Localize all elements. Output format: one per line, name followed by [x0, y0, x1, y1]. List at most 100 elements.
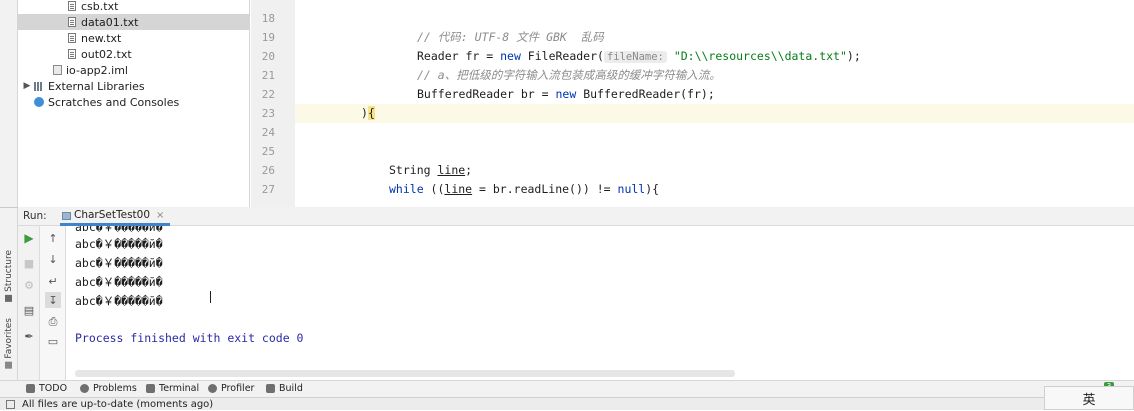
line-number: 20	[261, 50, 275, 63]
code-line-27: while ((line = br.readLine()) != null){	[295, 180, 1134, 199]
code-line-26: String line;	[295, 161, 1134, 180]
keyword: new	[555, 87, 577, 101]
favorites-tab[interactable]: Favorites	[2, 318, 16, 369]
todo-tool-button[interactable]: TODO	[26, 383, 67, 394]
run-config-icon	[62, 212, 71, 220]
stop-icon[interactable]: ■	[21, 255, 37, 271]
parameter-hint: fileName:	[603, 51, 667, 63]
profiler-icon	[208, 384, 217, 393]
tree-item-scratches[interactable]: Scratches and Consoles	[18, 94, 250, 110]
ime-label: 英	[1082, 392, 1096, 408]
tool-label: Problems	[93, 383, 137, 394]
scroll-to-end-icon[interactable]: ↧	[45, 292, 61, 308]
console-output[interactable]: abc�￥�����й� abc�￥�����й� abc�￥�����й� a…	[66, 226, 1134, 371]
string-literal: "D:\\resources\\data.txt"	[673, 49, 847, 63]
tree-item-label: new.txt	[81, 31, 122, 45]
tool-label: Profiler	[221, 383, 255, 394]
run-tab-charsettest00[interactable]: CharSetTest00 ×	[60, 207, 171, 226]
code-line-22: BufferedReader br = new BufferedReader(f…	[295, 85, 1134, 104]
restore-layout-icon[interactable]: ⚙	[21, 277, 37, 293]
soft-wrap-icon[interactable]: ↵	[45, 273, 61, 289]
tool-label: TODO	[39, 383, 68, 394]
structure-tab[interactable]: Structure	[2, 250, 16, 302]
layout-icon[interactable]: ▤	[21, 302, 37, 318]
rerun-icon[interactable]: ▶	[21, 230, 37, 246]
tree-item-data01-txt[interactable]: data01.txt	[18, 14, 250, 30]
tree-item-csb-txt[interactable]: csb.txt	[18, 0, 250, 14]
pin-icon[interactable]: ✒	[21, 328, 37, 344]
exit-message: Process finished with exit code 0	[75, 331, 304, 345]
line-number: 22	[261, 88, 275, 101]
code-comment: // 代码: UTF-8 文件 GBK 乱码	[417, 30, 604, 44]
text-cursor-icon	[210, 291, 216, 303]
code-token: ;	[465, 163, 473, 177]
code-token: FileReader(	[520, 49, 604, 63]
tree-item-label: External Libraries	[48, 79, 145, 93]
line-number: 27	[261, 183, 275, 196]
todo-icon	[26, 384, 35, 393]
status-icon[interactable]	[6, 400, 15, 409]
code-line-23: ){	[295, 104, 1134, 123]
tool-label: Build	[279, 383, 303, 394]
hammer-icon	[266, 384, 275, 393]
tree-item-out02-txt[interactable]: out02.txt	[18, 46, 250, 62]
line-number: 26	[261, 164, 275, 177]
matched-brace: {	[367, 106, 375, 120]
code-token: Reader fr =	[417, 49, 501, 63]
tree-item-new-txt[interactable]: new.txt	[18, 30, 250, 46]
editor-gutter: 18 19 20 21 22 23 24 25 26 27	[251, 0, 305, 207]
trash-icon[interactable]: ▭	[45, 333, 61, 349]
arrow-down-icon[interactable]: ↓	[45, 251, 61, 267]
console-line: abc�￥�����й�	[75, 275, 163, 289]
profiler-tool-button[interactable]: Profiler	[208, 383, 254, 394]
code-line-21: // a、把低级的字符输入流包装成高级的缓冲字符输入流。	[295, 66, 1134, 85]
code-editor[interactable]: // 代码: UTF-8 文件 GBK 乱码 Reader fr = new F…	[295, 0, 1134, 207]
structure-tab-label: Structure	[4, 250, 14, 292]
run-toolbar-secondary: ↑ ↓ ↵ ↧ ⎙ ▭	[40, 226, 66, 381]
text-file-icon	[68, 1, 76, 11]
console-line: abc�￥�����й�	[75, 294, 163, 308]
tree-item-label: data01.txt	[81, 15, 139, 29]
tree-item-label: out02.txt	[81, 47, 132, 61]
chevron-right-icon[interactable]: ▶	[22, 81, 32, 91]
terminal-icon	[146, 384, 155, 393]
variable: line	[437, 163, 466, 177]
tree-item-label: Scratches and Consoles	[48, 95, 180, 109]
problems-tool-button[interactable]: Problems	[80, 383, 137, 394]
tree-item-label: io-app2.iml	[66, 63, 128, 77]
project-tree: csb.txt data01.txt new.txt out02.txt io-…	[18, 0, 250, 207]
horizontal-scrollbar[interactable]	[75, 370, 735, 377]
line-number: 21	[261, 69, 275, 82]
print-icon[interactable]: ⎙	[45, 314, 61, 330]
terminal-tool-button[interactable]: Terminal	[146, 383, 199, 394]
build-tool-button[interactable]: Build	[266, 383, 303, 394]
keyword: new	[500, 49, 521, 63]
code-token: )	[361, 106, 368, 120]
module-file-icon	[53, 65, 62, 75]
console-line: abc�￥�����й�	[75, 226, 163, 234]
problems-icon	[80, 384, 89, 393]
structure-icon	[5, 294, 13, 302]
line-number: 25	[261, 145, 275, 158]
code-token: = br.readLine()) !=	[472, 182, 618, 196]
run-label: Run:	[23, 210, 47, 222]
code-token: BufferedReader br =	[417, 87, 556, 101]
tree-item-io-app2-iml[interactable]: io-app2.iml	[18, 62, 250, 78]
status-bar: All files are up-to-date (moments ago)	[0, 397, 1134, 410]
variable: line	[444, 182, 473, 196]
line-number: 19	[261, 31, 275, 44]
keyword: while	[389, 182, 424, 196]
code-token: ){	[645, 182, 660, 196]
close-icon[interactable]: ×	[156, 210, 164, 221]
console-line: abc�￥�����й�	[75, 237, 163, 251]
scratches-icon	[34, 97, 44, 107]
ime-indicator[interactable]: 英	[1044, 386, 1134, 410]
status-text: All files are up-to-date (moments ago)	[22, 399, 214, 410]
code-token: ((	[423, 182, 445, 196]
arrow-up-icon[interactable]: ↑	[45, 230, 61, 246]
tree-item-external-libraries[interactable]: ▶ External Libraries	[18, 78, 250, 94]
code-token: String	[389, 163, 438, 177]
run-tab-label: CharSetTest00	[74, 209, 151, 221]
line-number: 23	[261, 107, 275, 120]
tree-item-label: csb.txt	[81, 0, 119, 13]
